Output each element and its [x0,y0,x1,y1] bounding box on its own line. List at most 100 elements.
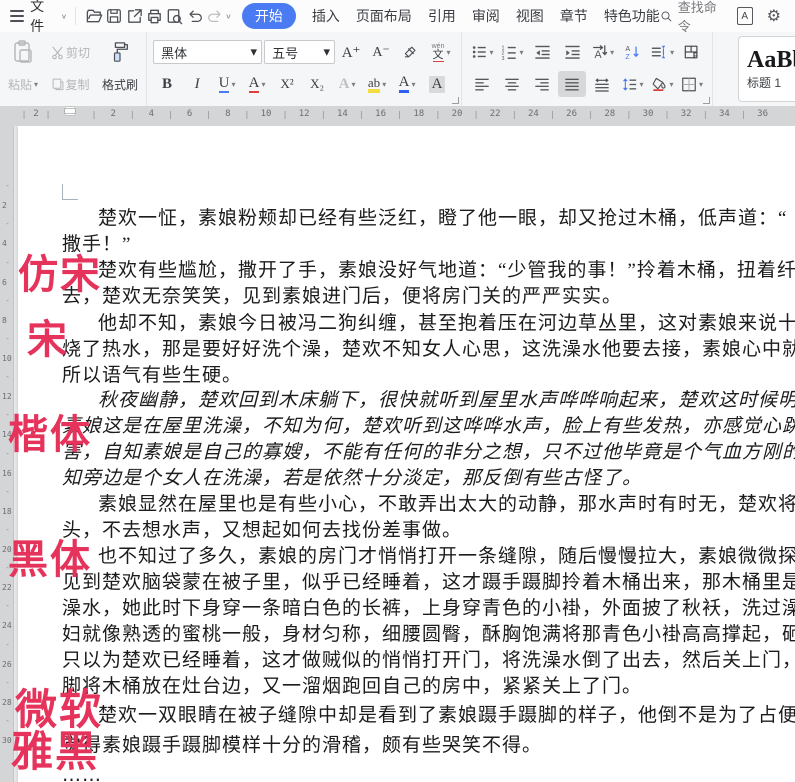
annotation-yahei: 雅黑 [11,727,100,776]
export-icon[interactable] [125,5,145,27]
tab-references[interactable]: 引用 [428,6,456,26]
sort-button[interactable]: AZ [618,39,646,65]
tab-home[interactable]: 开始 [241,3,296,29]
justify-button[interactable] [558,71,587,97]
line-spacing-button[interactable]: ▾ [618,71,646,97]
toolbar-more-icon[interactable]: ∨ [225,12,232,21]
decrease-indent-button[interactable] [528,39,556,65]
svg-text:A: A [595,49,603,60]
paragraph: 楚欢一双眼睛在被子缝隙中却是看到了素娘蹑手蹑脚的样子，他倒不是为了占便 觉得素娘蹑… [62,700,795,782]
annotation-heiti: 黑体 [8,537,92,583]
svg-text:A: A [625,45,630,53]
file-menu[interactable]: 文件 [30,0,55,36]
h-ruler[interactable]: | 2 | 2 | 4 | 6 | 8 | 10 | 12 | 14 | 16 | 18 | 20 | 22 | 24 | 26… [0,106,795,127]
paragraph-dialog-launcher[interactable] [703,97,711,104]
superscript-button[interactable]: X² [273,71,301,97]
print-icon[interactable] [145,5,165,27]
tab-special-features[interactable]: 特色功能 [604,6,660,26]
tab-view[interactable]: 视图 [516,6,544,26]
underline-button[interactable]: U ▾ [213,71,241,97]
tab-section[interactable]: 章节 [560,6,588,26]
text-line: 楚欢一怔，素娘粉颊却已经有些泛红，瞪了他一眼，却又抢过木桶，低声道：“ [98,208,788,229]
text-line: 去，楚欢无奈笑笑，见到素娘进门后，便将房门关的严严实实。 [62,286,623,307]
grow-font-button[interactable]: A⁺ [337,39,365,65]
tab-page-layout[interactable]: 页面布局 [356,6,412,26]
text-line: 撒手！” [62,234,132,255]
distribute-icon [595,78,609,92]
borders-button[interactable]: ▾ [678,71,706,97]
svg-text:3: 3 [501,56,504,60]
char-shading-button[interactable]: A [423,71,451,97]
svg-text:Z: Z [625,53,630,60]
annotation-song: 宋 [27,317,69,363]
align-center-button[interactable] [498,71,526,97]
align-left-button[interactable] [468,71,496,97]
clipboard-group: 剪切 粘贴 ▾ 复制 格式刷 [0,32,148,106]
shading-button[interactable]: ▾ [648,71,676,97]
font-dialog-launcher[interactable] [452,97,460,104]
font-size-select[interactable]: 五号 ▾ [264,40,336,64]
text-direction-button[interactable]: A ▾ [588,39,616,65]
char-border-button[interactable]: A ▾ [243,71,271,97]
phonetic-guide-button[interactable]: wén 文 ▾ [427,39,455,65]
paragraph-layout-button[interactable]: ▾ [648,39,676,65]
distribute-button[interactable] [588,71,616,97]
annotation-kaiti: 楷体 [8,412,92,458]
bullets-button[interactable]: ▾ [468,39,496,65]
tab-review[interactable]: 审阅 [472,6,500,26]
search-command[interactable]: 查找命令 [660,0,723,35]
text-line: 见到楚欢脑袋蒙在被子里，似乎已经睡着，这才蹑手蹑脚拎着木桶出来，那木桶里是 [62,572,795,593]
text-direction-icon: A [593,45,608,60]
font-color-button[interactable]: A ▾ [393,71,421,97]
text-line: 觉得素娘蹑手蹑脚模样十分的滑稽，颇有些哭笑不得。 [62,734,543,756]
document-page[interactable]: 楚欢一怔，素娘粉颊却已经有些泛红，瞪了他一眼，却又抢过木桶，低声道：“ 撒手！” 楚… [18,126,795,782]
text-line: 也不知过了多久，素娘的房门才悄悄打开一条缝隙，随后慢慢拉大，素娘微微探 [98,546,795,567]
style-gallery[interactable]: AaBb 标题 1 [738,36,795,102]
annotation-weiruan: 微软 [15,685,104,734]
font-name-select[interactable]: 黑体 ▾ [153,40,263,64]
text-line: 他却不知，素娘今日被冯二狗纠缠，甚至抱着压在河边草丛里，这对素娘来说十 [98,312,795,334]
chevron-down-icon[interactable]: ∨ [61,12,68,21]
table-f-button[interactable]: F [678,39,706,65]
text-line: 素娘显然在屋里也是有些小心，不敢弄出太大的动静，那水声时有时无，楚欢将 [98,494,795,515]
format-painter-icon[interactable] [100,39,140,65]
save-icon[interactable] [104,5,124,27]
indent-marker[interactable] [65,106,80,126]
print-preview-icon[interactable] [165,5,185,27]
open-file-icon[interactable] [84,5,104,27]
line-spacing-icon [622,77,636,91]
bold-button[interactable]: B [153,71,181,97]
text-line: …… [62,764,102,782]
tab-insert[interactable]: 插入 [312,6,340,26]
text-line: 素娘这是在屋里洗澡，不知为何，楚欢听到这哗哗水声，脸上有些发热，亦感觉心跳 [62,416,795,437]
italic-button[interactable]: I [183,71,211,97]
margin-corner-mark [62,184,78,200]
highlight-button[interactable]: ab ▾ [363,71,391,97]
align-right-icon [535,78,549,90]
align-left-icon [475,78,489,90]
hamburger-icon[interactable] [10,7,25,25]
gear-icon[interactable]: ⚙ [767,6,781,26]
paragraph: 他却不知，素娘今日被冯二狗纠缠，甚至抱着压在河边草丛里，这对素娘来说十 烧了热水，… [62,310,795,388]
align-right-button[interactable] [528,71,556,97]
paragraph: 素娘显然在屋里也是有些小心，不敢弄出太大的动静，那水声时有时无，楚欢将头，不去想… [62,492,795,544]
undo-icon[interactable] [185,5,205,27]
a-frame-icon[interactable]: A [736,7,753,25]
eraser-icon [404,46,416,58]
align-center-icon [505,78,519,90]
format-painter-button[interactable]: 格式刷 [100,71,140,97]
svg-text:F: F [693,52,698,60]
cut-button: 剪切 [48,39,92,65]
text-effects-button[interactable]: A ▾ [333,71,361,97]
borders-icon [682,77,696,91]
search-label: 查找命令 [677,0,717,34]
increase-indent-button[interactable] [558,39,586,65]
copy-button: 复制 [48,71,92,97]
text-line: 澡水，她此时下身穿一条暗白色的长裤，上身穿青色的小褂，外面披了秋袄，洗过澡 [62,598,795,619]
text-line: 头，不去想水声，又想起如何去找份差事做。 [62,520,463,541]
clear-format-button[interactable] [397,39,425,65]
subscript-button[interactable]: X₂ [303,71,331,97]
shrink-font-button[interactable]: A⁻ [367,39,395,65]
copy-icon [52,78,63,91]
numbering-button[interactable]: 1 2 3 ▾ [498,39,526,65]
